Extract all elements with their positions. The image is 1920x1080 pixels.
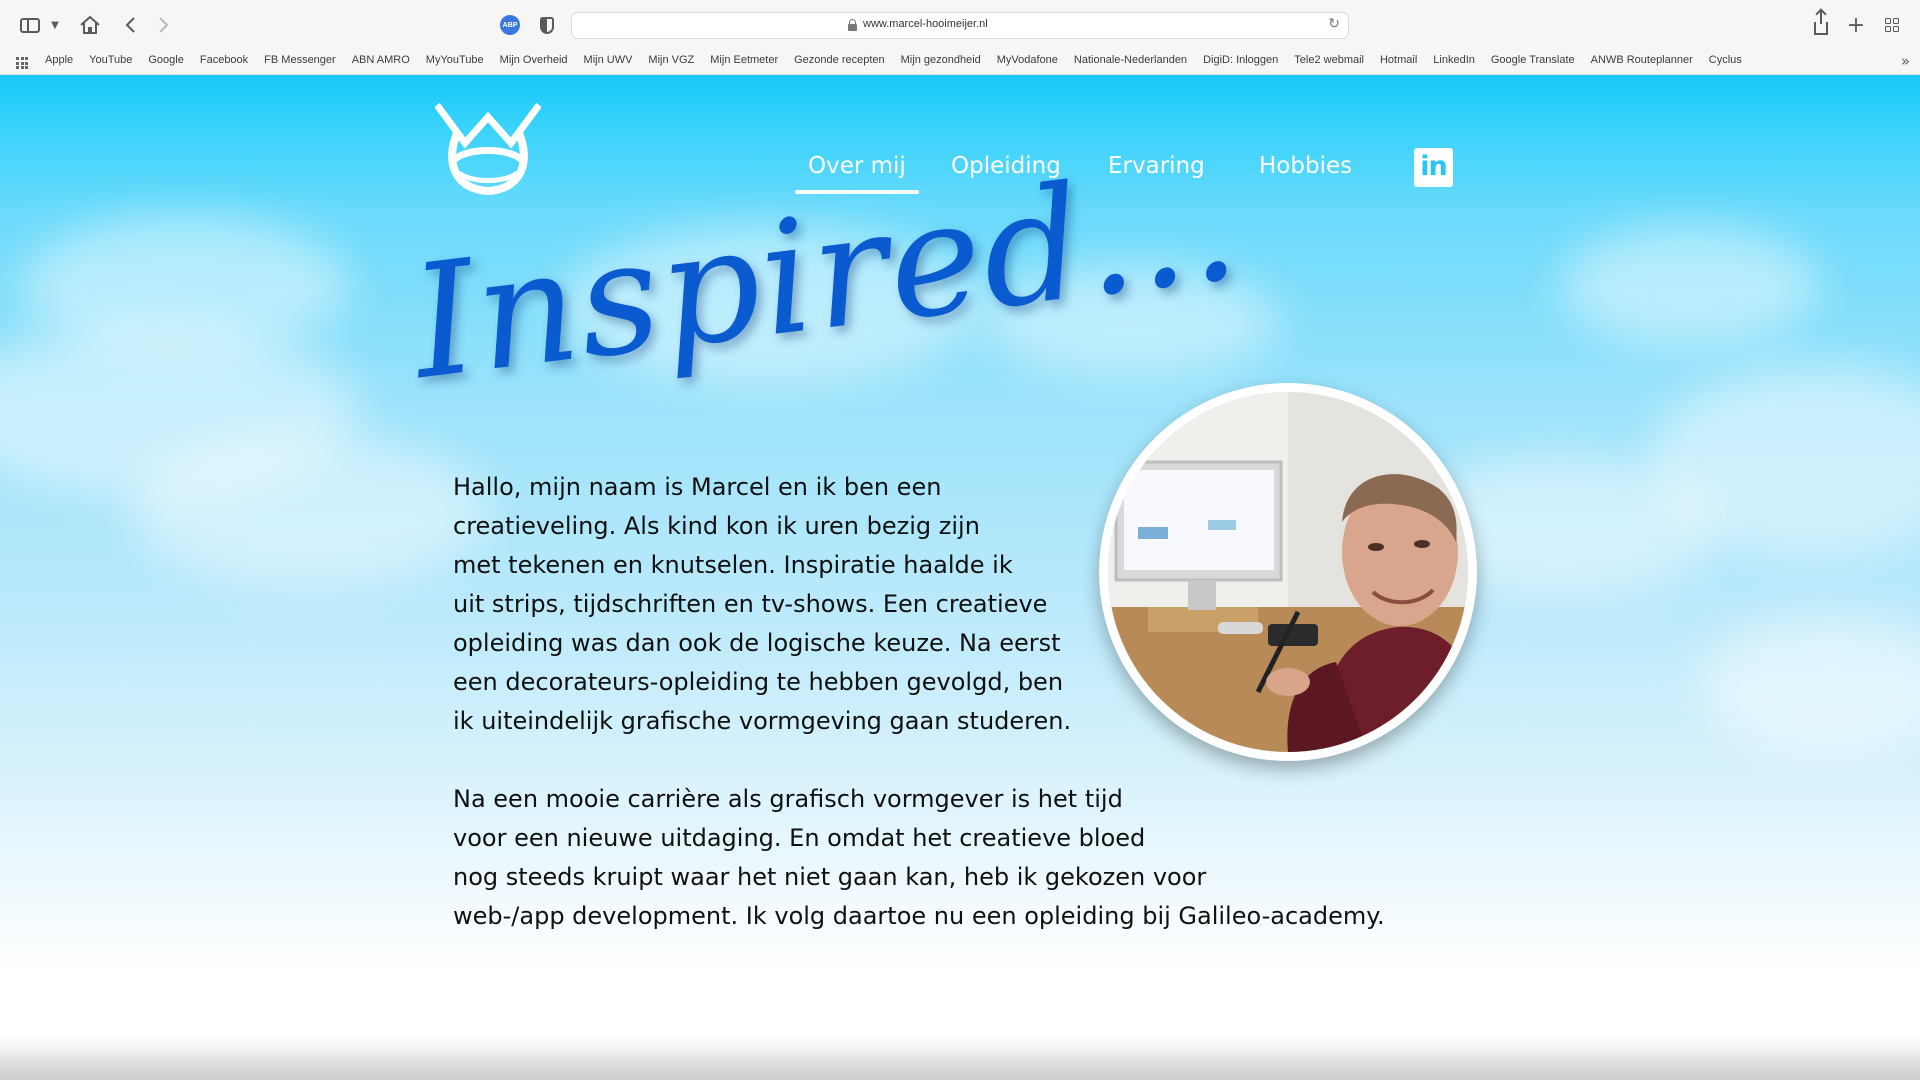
bookmark-item[interactable]: DigiD: Inloggen [1203, 54, 1278, 66]
cloud [130, 435, 490, 585]
reload-icon[interactable]: ↻ [1328, 16, 1340, 32]
lock-icon [848, 19, 857, 31]
bookmark-item[interactable]: Mijn Eetmeter [710, 54, 778, 66]
linkedin-label: in [1420, 151, 1448, 182]
adblock-icon[interactable]: ABP [497, 12, 523, 38]
bookmark-item[interactable]: MyVodafone [997, 54, 1058, 66]
footer-fade [0, 1050, 1920, 1080]
bookmark-item[interactable]: Google [148, 54, 183, 66]
headline: Inspired... [403, 132, 1248, 442]
bookmark-item[interactable]: ABN AMRO [352, 54, 410, 66]
tab-overview-icon[interactable] [1879, 12, 1905, 38]
bookmark-item[interactable]: Facebook [200, 54, 248, 66]
bookmark-item[interactable]: Mijn Overheid [500, 54, 568, 66]
profile-photo [1099, 383, 1477, 761]
bookmark-item[interactable]: MyYouTube [426, 54, 484, 66]
url-text[interactable]: www.marcel-hooimeijer.nl [863, 18, 988, 30]
shield-icon[interactable] [534, 12, 560, 38]
back-icon[interactable] [118, 12, 142, 38]
share-icon[interactable] [1808, 9, 1834, 38]
bookmark-item[interactable]: FB Messenger [264, 54, 336, 66]
bookmark-item[interactable]: ANWB Routeplanner [1591, 54, 1693, 66]
nav-item-hobbies[interactable]: Hobbies [1259, 153, 1352, 179]
bookmark-item[interactable]: Nationale-Nederlanden [1074, 54, 1187, 66]
cloud [1560, 225, 1820, 345]
chevron-down-icon[interactable]: ▼ [48, 12, 62, 38]
bookmark-item[interactable]: Mijn gezondheid [901, 54, 981, 66]
bookmarks-list: Apple YouTube Google Facebook FB Messenger AB… [45, 54, 1758, 66]
browser-toolbar: ▼ ABP www.marcel-hooimeijer.nl ↻ + [0, 0, 1920, 50]
bio-paragraph-2: Na een mooie carrière als grafisch vormg… [453, 785, 1385, 930]
bookmark-item[interactable]: Tele2 webmail [1294, 54, 1364, 66]
bookmarks-grid-icon[interactable] [16, 57, 28, 69]
address-bar[interactable]: www.marcel-hooimeijer.nl ↻ [571, 12, 1349, 39]
webpage: Over mij Opleiding Ervaring Hobbies in I… [0, 75, 1920, 1080]
bookmark-item[interactable]: Apple [45, 54, 73, 66]
bookmark-item[interactable]: Cyclus [1709, 54, 1742, 66]
chevron-double-right-icon[interactable]: » [1901, 52, 1910, 70]
bookmark-item[interactable]: Mijn UWV [584, 54, 633, 66]
bookmark-item[interactable]: Gezonde recepten [794, 54, 885, 66]
bookmarks-bar: Apple YouTube Google Facebook FB Messenger AB… [0, 50, 1920, 75]
sidebar-icon[interactable] [18, 12, 42, 38]
bookmark-item[interactable]: Mijn VGZ [648, 54, 694, 66]
bookmark-item[interactable]: Google Translate [1491, 54, 1575, 66]
bookmark-item[interactable]: Hotmail [1380, 54, 1417, 66]
profile-photo-image [1108, 392, 1468, 752]
adblock-label: ABP [500, 15, 520, 35]
home-icon[interactable] [76, 12, 104, 38]
cloud [1700, 615, 1920, 755]
forward-icon[interactable] [152, 12, 176, 38]
linkedin-icon[interactable]: in [1414, 148, 1453, 187]
bookmark-item[interactable]: LinkedIn [1433, 54, 1475, 66]
bookmark-item[interactable]: YouTube [89, 54, 132, 66]
plus-icon[interactable]: + [1843, 12, 1869, 38]
